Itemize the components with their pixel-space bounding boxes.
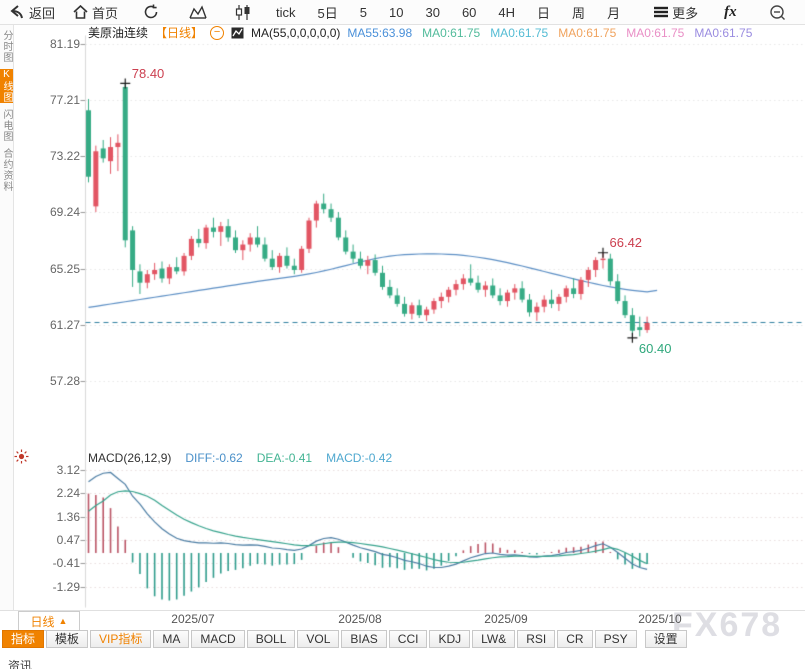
back-icon: [9, 5, 25, 19]
period-button-60[interactable]: 60: [451, 0, 487, 24]
candlestick-icon: [235, 5, 251, 20]
indicator-tab-指标[interactable]: 指标: [2, 630, 44, 648]
refresh-icon: [143, 4, 159, 20]
zoom-out-icon: [769, 4, 786, 21]
sidebar-item-1[interactable]: 分时图: [0, 30, 13, 63]
indicator-tabs-row: 指标模板VIP指标MAMACDBOLLVOLBIASCCIKDJLW&RSICR…: [2, 630, 687, 648]
fx-label: fx: [724, 4, 737, 21]
indicator-tab-模板[interactable]: 模板: [46, 630, 88, 648]
period-button-4H[interactable]: 4H: [487, 0, 526, 24]
ma-value-4: MA0:61.75: [558, 26, 616, 40]
indicator-tab-KDJ[interactable]: KDJ: [429, 630, 470, 648]
home-icon: [73, 5, 88, 19]
indicator-tab-VIP指标[interactable]: VIP指标: [90, 630, 151, 648]
more-button[interactable]: 更多: [645, 0, 707, 24]
period-tag: 【日线】: [155, 24, 203, 41]
price-axis-label-1: 81.19: [42, 37, 80, 51]
ma-value-6: MA0:61.75: [694, 26, 752, 40]
period-button-周[interactable]: 周: [561, 0, 596, 24]
period-button-5日[interactable]: 5日: [307, 0, 349, 24]
indicator-tab-CR[interactable]: CR: [557, 630, 592, 648]
candle-chart-button[interactable]: [221, 0, 265, 24]
ma-value-2: MA0:61.75: [422, 26, 480, 40]
menu-icon: [654, 6, 668, 18]
sidebar-item-3[interactable]: 闪电图: [0, 109, 13, 142]
x-axis-label-2: 2025/08: [330, 612, 390, 626]
news-tab[interactable]: 资讯: [8, 657, 32, 669]
chart-header: 美原油连续 【日线】 − MA(55,0,0,0,0,0) MA55:63.98…: [88, 25, 762, 40]
macd-axis-label-4: 0.47: [42, 533, 80, 547]
refresh-button[interactable]: [127, 0, 175, 24]
x-axis-label-3: 2025/09: [476, 612, 536, 626]
indicator-tab-BOLL[interactable]: BOLL: [247, 630, 296, 648]
period-buttons: tick5日51030604H日周月: [265, 0, 631, 24]
sidebar-item-4[interactable]: 合约资料: [0, 148, 13, 192]
indicator-tab-BIAS[interactable]: BIAS: [341, 630, 386, 648]
x-axis-label-4: 2025/10: [630, 612, 690, 626]
ma-value-1: MA55:63.98: [347, 26, 412, 40]
formula-button[interactable]: fx: [715, 0, 746, 24]
back-button[interactable]: 返回: [0, 0, 64, 24]
indicator-tab-PSY[interactable]: PSY: [595, 630, 637, 648]
period-button-5[interactable]: 5: [349, 0, 378, 24]
period-button-日[interactable]: 日: [526, 0, 561, 24]
price-axis-label-6: 61.27: [42, 318, 80, 332]
top-toolbar: 返回 首页: [0, 0, 805, 25]
period-tab-label: 日线: [31, 613, 55, 630]
macd-axis-label-2: 2.24: [42, 486, 80, 500]
candlestick-macd-canvas[interactable]: [0, 0, 805, 669]
period-button-tick[interactable]: tick: [265, 0, 307, 24]
ma-value-5: MA0:61.75: [626, 26, 684, 40]
macd-axis-label-6: -1.29: [42, 580, 80, 594]
ma-formula: MA(55,0,0,0,0,0): [251, 26, 340, 40]
chart-type-icon: [231, 27, 244, 39]
price-axis-label-7: 57.28: [42, 374, 80, 388]
zoom-out-button[interactable]: [760, 0, 795, 24]
indicator-tab-VOL[interactable]: VOL: [297, 630, 339, 648]
period-button-10[interactable]: 10: [378, 0, 414, 24]
indicator-tab-CCI[interactable]: CCI: [389, 630, 428, 648]
app-window: 返回 首页: [0, 0, 805, 669]
price-axis-label-5: 65.25: [42, 262, 80, 276]
bottom-strip: [0, 649, 805, 669]
home-label: 首页: [92, 3, 118, 22]
price-annotation-66.42: 66.42: [610, 235, 643, 250]
price-annotation-78.40: 78.40: [132, 66, 165, 81]
line-chart-button[interactable]: [175, 0, 221, 24]
indicator-tab-MACD[interactable]: MACD: [191, 630, 244, 648]
more-label: 更多: [672, 3, 698, 22]
area-chart-icon: [189, 5, 207, 19]
settings-tab[interactable]: 设置: [645, 630, 687, 648]
period-tab-daily[interactable]: 日线 ▲: [18, 611, 80, 631]
macd-value-1: DIFF:-0.62: [185, 451, 242, 465]
home-button[interactable]: 首页: [64, 0, 127, 24]
macd-axis-label-3: 1.36: [42, 510, 80, 524]
indicator-tab-MA[interactable]: MA: [153, 630, 189, 648]
price-axis-label-2: 77.21: [42, 93, 80, 107]
price-axis-label-4: 69.24: [42, 205, 80, 219]
back-label: 返回: [29, 3, 55, 22]
macd-value-3: MACD:-0.42: [326, 451, 392, 465]
triangle-up-icon: ▲: [59, 616, 68, 626]
ma-value-3: MA0:61.75: [490, 26, 548, 40]
symbol-name: 美原油连续: [88, 24, 148, 41]
price-annotation-60.40: 60.40: [639, 341, 672, 356]
x-axis-label-1: 2025/07: [163, 612, 223, 626]
macd-axis-label-1: 3.12: [42, 463, 80, 477]
macd-formula: MACD(26,12,9): [88, 451, 171, 465]
price-axis-label-3: 73.22: [42, 149, 80, 163]
indicator-tab-LW&[interactable]: LW&: [472, 630, 515, 648]
period-button-月[interactable]: 月: [596, 0, 631, 24]
left-sidebar: 分时图 K线图闪电图合约资料: [0, 24, 14, 610]
period-button-30[interactable]: 30: [414, 0, 450, 24]
indicator-tab-RSI[interactable]: RSI: [517, 630, 555, 648]
ma-values: MA55:63.98 MA0:61.75 MA0:61.75 MA0:61.75 MA0…: [347, 26, 762, 40]
macd-axis-label-5: -0.41: [42, 556, 80, 570]
sidebar-item-2[interactable]: K线图: [0, 69, 13, 103]
macd-values: DIFF:-0.62 DEA:-0.41 MACD:-0.42: [185, 451, 392, 465]
collapse-panel-icon[interactable]: −: [210, 26, 224, 40]
macd-header: MACD(26,12,9) DIFF:-0.62 DEA:-0.41 MACD:-0…: [88, 451, 392, 465]
macd-value-2: DEA:-0.41: [257, 451, 312, 465]
indicator-settings-icon[interactable]: [14, 449, 29, 464]
